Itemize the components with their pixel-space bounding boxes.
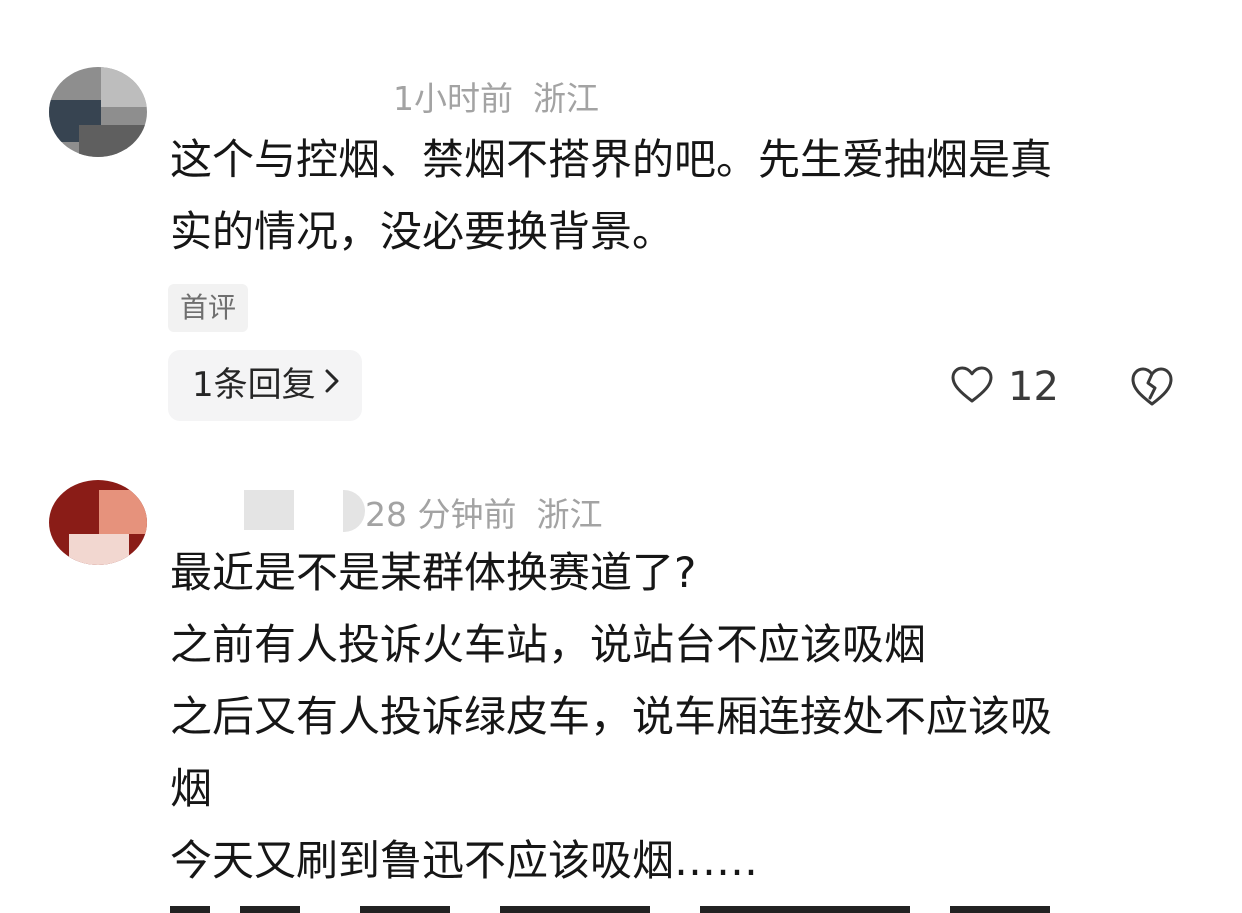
comment-text-line: 今天又刷到鲁迅不应该吸烟……	[170, 836, 759, 885]
comment-time: 28 分钟前	[365, 495, 517, 534]
comment-time: 1小时前	[393, 79, 513, 118]
comment-text-line: 烟	[170, 764, 213, 813]
view-replies-label: 1条回复	[192, 365, 316, 405]
username-redaction	[244, 490, 294, 530]
comment-location: 浙江	[536, 495, 603, 534]
comment-text: 最近是不是某群体换赛道了? 之前有人投诉火车站，说站台不应该吸烟 之后又有人投诉…	[170, 537, 1180, 897]
comment-text-line: 这个与控烟、禁烟不搭界的吧。先生爱抽烟是真	[170, 135, 1053, 184]
comment-location: 浙江	[533, 79, 599, 118]
comment-text-line: 之后又有人投诉绿皮车，说车厢连接处不应该吸	[170, 692, 1053, 741]
comment-text-line: 实的情况，没必要换背景。	[170, 207, 675, 256]
heart-outline-icon	[950, 365, 994, 409]
comment-meta: 28 分钟前 浙江	[365, 488, 602, 536]
dislike-button[interactable]	[1129, 365, 1175, 409]
first-comment-badge: 首评	[168, 284, 249, 332]
like-button[interactable]: 12	[950, 362, 1059, 412]
view-replies-button[interactable]: 1条回复	[168, 350, 362, 421]
comment-text: 这个与控烟、禁烟不搭界的吧。先生爱抽烟是真 实的情况，没必要换背景。	[170, 124, 1180, 268]
comment-text-line: 之前有人投诉火车站，说站台不应该吸烟	[170, 620, 927, 669]
next-line-cutoff	[170, 900, 1180, 913]
comment-list: 1小时前 浙江 这个与控烟、禁烟不搭界的吧。先生爱抽烟是真 实的情况，没必要换背景…	[0, 0, 1242, 913]
avatar[interactable]	[49, 480, 147, 565]
username-redaction	[343, 490, 365, 532]
broken-heart-icon	[1129, 367, 1175, 413]
like-count: 12	[1008, 364, 1059, 410]
comment-meta: 1小时前 浙江	[393, 72, 599, 120]
comment-text-line: 最近是不是某群体换赛道了?	[170, 548, 697, 597]
avatar[interactable]	[49, 67, 147, 157]
chevron-right-icon	[324, 348, 340, 419]
